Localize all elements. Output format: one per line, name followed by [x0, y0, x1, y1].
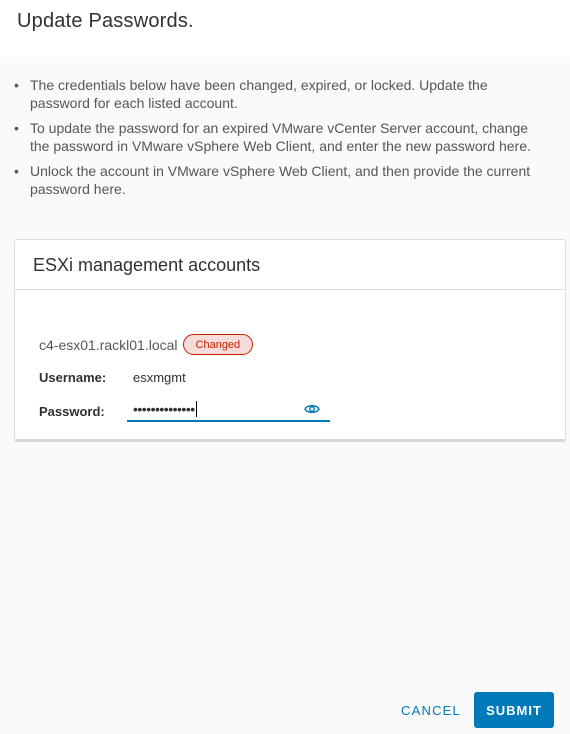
card-header: ESXi management accounts — [15, 240, 565, 290]
instruction-list: • The credentials below have been changed… — [14, 77, 544, 206]
instruction-item: • To update the password for an expired V… — [14, 120, 544, 155]
cancel-button[interactable]: CANCEL — [392, 692, 470, 728]
username-label: Username: — [39, 370, 107, 385]
instruction-item: • Unlock the account in VMware vSphere We… — [14, 163, 544, 198]
password-value: •••••••••••••• — [133, 401, 195, 417]
accounts-card: ESXi management accounts c4-esx01.rackl0… — [14, 239, 566, 442]
instruction-text: The credentials below have been changed,… — [30, 77, 488, 111]
status-badge: Changed — [182, 334, 254, 355]
bullet-icon: • — [14, 163, 19, 179]
bullet-icon: • — [14, 77, 19, 93]
host-name: c4-esx01.rackl01.local — [39, 336, 178, 353]
instruction-text: To update the password for an expired VM… — [30, 120, 531, 154]
submit-button[interactable]: SUBMIT — [474, 692, 554, 728]
host-row: c4-esx01.rackl01.local Changed — [39, 334, 254, 355]
username-value: esxmgmt — [133, 370, 186, 385]
bullet-icon: • — [14, 120, 19, 136]
instruction-item: • The credentials below have been changed… — [14, 77, 544, 112]
dialog-header: Update Passwords. — [0, 0, 570, 57]
card-title: ESXi management accounts — [33, 255, 261, 275]
text-caret — [195, 401, 197, 417]
dialog-title: Update Passwords. — [17, 10, 194, 32]
eye-icon[interactable] — [304, 403, 320, 415]
password-label: Password: — [39, 404, 105, 419]
instruction-text: Unlock the account in VMware vSphere Web… — [30, 163, 531, 197]
password-input[interactable]: •••••••••••••• — [127, 398, 330, 422]
